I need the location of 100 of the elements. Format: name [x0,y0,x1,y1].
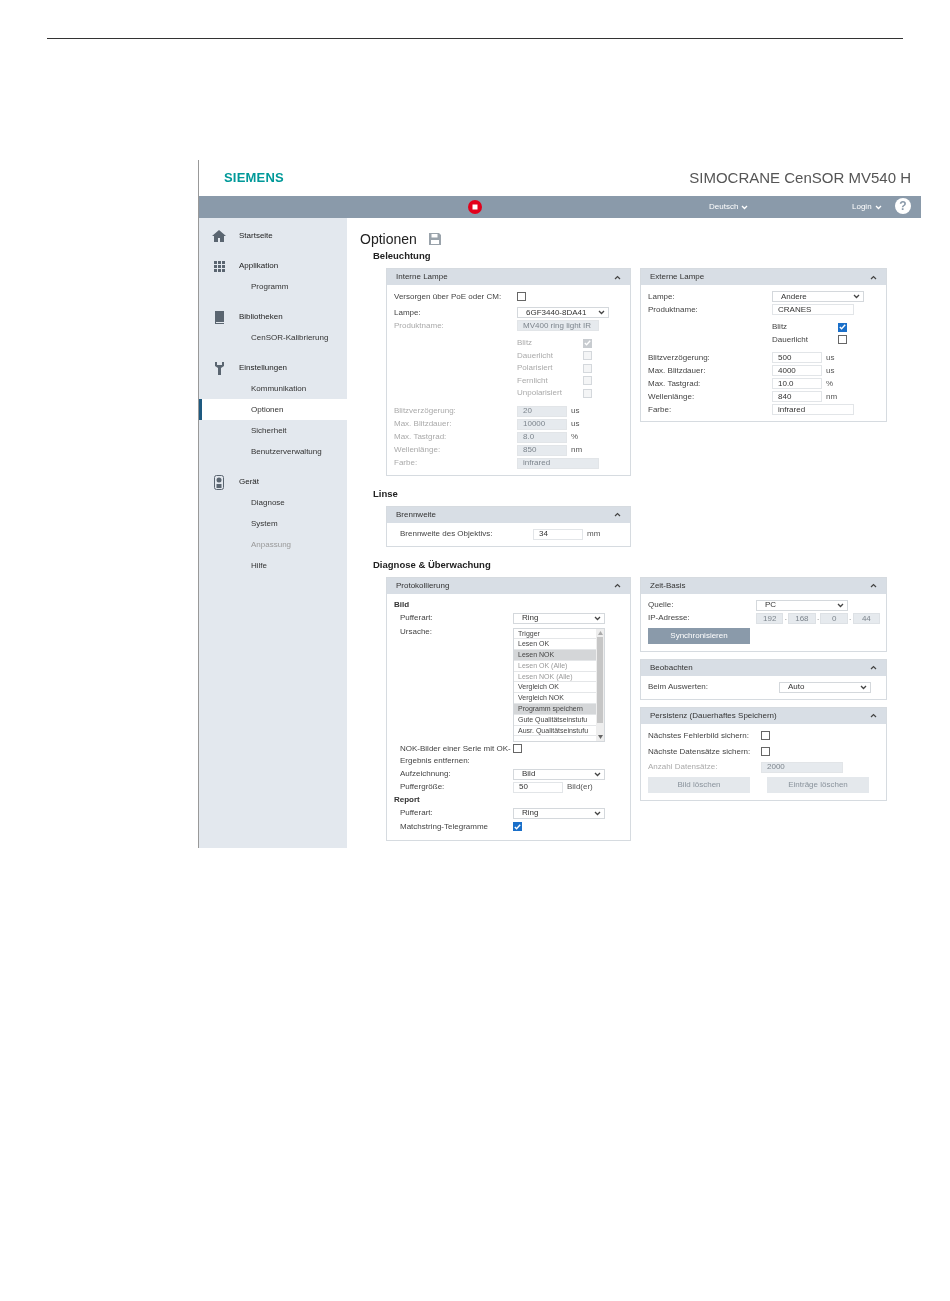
unit-label: % [826,377,834,390]
option-label: Blitz [517,337,534,350]
panel-header[interactable]: Interne Lampe [387,269,630,285]
field-label: Max. Tastgrad: [648,377,702,390]
chevron-up-icon [614,583,621,588]
field-label: Quelle: [648,599,675,611]
page-title: Optionen [360,229,417,249]
sidebar-item[interactable]: Einstellungen [199,358,347,378]
chevron-up-icon [870,274,877,280]
unit-label: % [571,431,579,443]
dropdown[interactable]: 6GF3440-8DA41 [517,307,609,318]
group-heading: Bild [394,599,411,611]
chevron-up-icon [614,512,621,517]
dropdown[interactable]: Bild [513,768,605,780]
checkbox[interactable] [761,730,770,740]
checkbox[interactable] [513,822,522,831]
field-label: NOK-Bilder einer Serie mit OK-Ergebnis entfernen: [400,742,512,767]
stop-icon[interactable] [468,200,482,214]
chevron-down-icon [594,615,601,621]
sidebar-item[interactable]: Gerät [199,472,347,492]
sidebar-item[interactable]: Hilfe [199,555,347,576]
dropdown[interactable]: Andere [772,291,864,302]
input-field[interactable]: 4000 [772,365,822,376]
save-icon[interactable] [428,233,441,245]
field-label: Pufferart: [400,612,434,624]
dropdown[interactable]: PC [756,599,848,611]
unit-label: us [571,405,580,417]
field-label: Blitzverzögerung: [648,351,711,364]
separator-dot: . [783,612,788,624]
field-label: Produktname: [648,303,699,316]
chevron-down-icon [853,294,860,299]
sidebar-item[interactable]: Bibliotheken [199,307,347,327]
scroll-down-icon[interactable] [597,734,603,739]
chevron-up-icon [870,713,877,718]
home-icon [212,230,226,242]
field-label: Produktname: [394,319,445,332]
scrollbar[interactable] [596,628,604,741]
panel-header[interactable]: Zeit-Basis [641,577,886,594]
chevron-down-icon [860,684,867,690]
field-label: Farbe: [648,403,673,416]
checkbox[interactable] [838,335,847,345]
field-label: Wellenlänge: [648,390,696,403]
option-label: Polarisiert [517,362,554,375]
product-title: SIMOCRANE CenSOR MV540 H [689,167,911,188]
input-field[interactable]: 10.0 [772,378,822,389]
chevron-down-icon [741,204,749,210]
sidebar-item[interactable]: CenSOR-Kalibrierung [199,327,347,348]
input-field[interactable]: 34 [533,528,583,540]
chevron-down-icon [598,310,605,315]
group-heading: Report [394,794,421,806]
chevron-up-icon [870,583,877,588]
field-label: Lampe: [394,306,422,319]
sidebar-item[interactable]: Benutzerverwaltung [199,441,347,462]
field-label: Max. Blitzdauer: [648,364,707,377]
input-field[interactable]: CRANES [772,304,854,315]
section-heading: Diagnose & Überwachung [372,557,492,572]
grid-icon [213,260,225,272]
chevron-up-icon [870,665,877,670]
chevron-down-icon [837,602,844,608]
dropdown[interactable]: Ring [513,612,605,624]
panel-header[interactable]: Persistenz (Dauerhaftes Speichern) [641,707,886,724]
sidebar-item[interactable]: Diagnose [199,492,347,513]
panel-header[interactable]: Externe Lampe [641,269,886,285]
option-label: Dauerlicht [772,333,809,346]
field-label: Max. Tastgrad: [394,431,448,443]
field-label: Nächstes Fehlerbild sichern: [648,729,750,742]
field-label: IP-Adresse: [648,612,691,624]
checkbox[interactable] [517,292,526,301]
unit-label: us [571,418,580,430]
field-label: Ursache: [400,625,433,638]
panel-header[interactable]: Beobachten [641,659,886,676]
field-label: Brennweite des Objektivs: [400,528,494,540]
wrench-icon [214,361,224,375]
input-field[interactable]: 840 [772,391,822,402]
unit-label: nm [571,444,583,456]
sidebar-item[interactable]: Optionen [199,399,347,420]
sidebar-item[interactable]: Startseite [199,226,347,246]
field-label: Matchstring-Telegramme [400,820,490,833]
checkbox[interactable] [761,746,770,756]
chevron-down-icon [874,204,882,210]
panel-header[interactable]: Protokollierung [387,577,630,594]
sidebar-item[interactable]: Programm [199,276,347,297]
checkbox[interactable] [838,322,847,332]
sidebar-item[interactable]: Applikation [199,256,347,276]
field-label: Aufzeichnung: [400,768,452,780]
section-heading: Linse [372,486,399,501]
field-label: Pufferart: [400,807,434,819]
field-label: Lampe: [648,290,676,303]
dropdown[interactable]: Auto [779,681,871,693]
dropdown[interactable]: Ring [513,807,605,819]
checkbox[interactable] [513,743,522,753]
panel-header[interactable]: Brennweite [387,506,630,523]
input-field[interactable]: 500 [772,352,822,363]
input-field[interactable]: infrared [772,404,854,415]
sidebar-item[interactable]: Sicherheit [199,420,347,441]
separator-dot: . [848,612,853,624]
sidebar-item[interactable]: System [199,513,347,534]
sidebar-item[interactable]: Kommunikation [199,378,347,399]
input-field[interactable]: 50 [513,781,563,793]
chevron-down-icon [594,771,601,777]
